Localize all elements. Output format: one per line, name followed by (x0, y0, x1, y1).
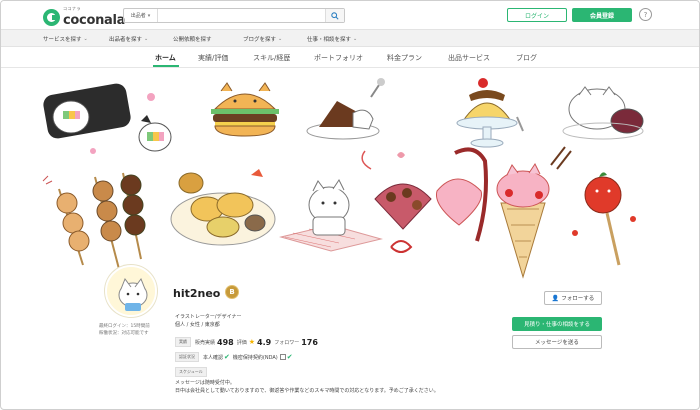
search-icon (331, 11, 339, 20)
avatar[interactable] (105, 265, 157, 317)
search-bar: 出品者 ▾ (123, 8, 345, 23)
schedule-text: メッセージは随時受付中。 日中は会社員として動いておりますので、御返答や作業など… (175, 379, 439, 395)
search-button[interactable] (325, 9, 344, 22)
check-icon: ✔ (224, 353, 230, 361)
nav-label: サービスを探す (43, 36, 82, 43)
burger-illustration (211, 82, 279, 137)
star-icon: ★ (248, 338, 256, 346)
tempura-illustration (170, 169, 276, 246)
schedule-line-1: メッセージは随時受付中。 (175, 380, 235, 386)
nav-find-services[interactable]: サービスを探す ⌄ (43, 30, 88, 47)
availability-text: 稼働状況：対応可能です (99, 331, 149, 336)
search-category-label: 出品者 (130, 13, 146, 19)
avatar-cat-icon (107, 267, 155, 315)
message-button[interactable]: メッセージを送る (512, 335, 602, 349)
cat-drink-illustration (279, 179, 383, 252)
nda-label: 機密保持契約(NDA) (232, 354, 278, 361)
followers-label: フォロワー (274, 339, 300, 346)
logo-mark-icon (43, 8, 60, 26)
sales-label: 販売実績 (195, 339, 216, 346)
chevron-down-icon: ⌄ (353, 35, 358, 42)
username: hit2neo (173, 287, 221, 300)
profile-role: イラストレーター/デザイナー 個人 / 女性 / 東京都 (175, 313, 242, 329)
schedule-line-2: 日中は会社員として動いておりますので、御返答や作業などのスキマ時間での対応となり… (175, 388, 439, 394)
cover-illustration (42, 78, 644, 279)
nav-find-sellers[interactable]: 出品者を探す ⌄ (109, 30, 148, 47)
verify-tag: 認証状況 (175, 352, 199, 362)
search-category-select[interactable]: 出品者 ▾ (124, 9, 158, 22)
login-button[interactable]: ログイン (507, 8, 567, 22)
category-nav: サービスを探す ⌄ 出品者を探す ⌄ 公開依頼を探す ブログを探す ⌄ 仕事・相談を探… (1, 29, 699, 47)
tab-skills[interactable]: スキル/経歴 (253, 53, 290, 63)
nav-find-blogs[interactable]: ブログを探す ⌄ (243, 30, 282, 47)
chocolate-box-illustration (361, 147, 488, 253)
follow-user-icon: 👤 (551, 294, 560, 302)
active-tab-indicator (153, 65, 179, 67)
chocolate-cake-illustration (306, 78, 385, 140)
chevron-down-icon: ⌄ (83, 35, 88, 42)
logo-small-text: ココナラ (63, 6, 81, 11)
tab-portfolio[interactable]: ポートフォリオ (314, 53, 363, 63)
last-login-text: 最終ログイン：15時間前 (99, 324, 150, 329)
nav-find-jobs[interactable]: 仕事・相談を探す ⌄ (307, 30, 357, 47)
coconala-logo[interactable]: ココナラ coconala (43, 7, 125, 27)
page-frame: ココナラ coconala 出品者 ▾ ログイン 会員登録 ? サービスを探す ⌄ (0, 0, 700, 410)
tab-blog[interactable]: ブログ (516, 53, 537, 63)
sushi-roll-illustration (43, 83, 172, 154)
role-details: 個人 / 女性 / 東京都 (175, 322, 220, 328)
follow-label: フォローする (561, 296, 595, 302)
nav-label: ブログを探す (243, 36, 277, 43)
tab-pricing[interactable]: 料金プラン (387, 53, 422, 63)
rating-value: 4.9 (257, 337, 272, 347)
crepe-illustration (496, 146, 572, 279)
stats-tag: 実績 (175, 337, 191, 347)
logo-text: coconala (63, 13, 126, 28)
chevron-down-icon: ⌄ (144, 35, 149, 42)
chevron-down-icon: ⌄ (278, 35, 283, 42)
rank-badge-icon: B (225, 285, 239, 299)
consult-button[interactable]: 見積り・仕事の相談をする (512, 317, 602, 331)
profile-tabs: ホーム 実績/評価 スキル/経歴 ポートフォリオ 料金プラン 出品サービス ブロ… (1, 48, 699, 68)
tab-results[interactable]: 実績/評価 (198, 53, 228, 63)
candy-apple-illustration (572, 172, 636, 266)
register-button[interactable]: 会員登録 (572, 8, 632, 22)
nav-label: 仕事・相談を探す (307, 36, 352, 43)
document-icon (279, 354, 286, 360)
profile-cover-image (23, 69, 679, 281)
help-icon[interactable]: ? (639, 8, 652, 21)
tab-services[interactable]: 出品サービス (448, 53, 490, 63)
tab-home[interactable]: ホーム (155, 53, 176, 63)
search-input[interactable] (158, 9, 325, 22)
follow-button[interactable]: 👤 フォローする (544, 291, 602, 305)
identity-label: 本人確認 (203, 354, 224, 361)
top-header: ココナラ coconala 出品者 ▾ ログイン 会員登録 ? (1, 1, 699, 29)
stats-row: 実績 販売実績 498 評価 ★ 4.9 フォロワー 176 (175, 337, 321, 347)
chevron-down-icon: ▾ (147, 12, 151, 19)
check-icon: ✔ (286, 353, 293, 361)
nav-label: 公開依頼を探す (173, 36, 212, 43)
followers-value: 176 (301, 337, 318, 347)
pudding-illustration (456, 78, 524, 148)
dango-skewer-illustration (42, 172, 146, 270)
role-title: イラストレーター/デザイナー (175, 314, 242, 320)
login-status: 最終ログイン：15時間前 稼働状況：対応可能です (99, 323, 150, 337)
sales-value: 498 (217, 337, 234, 347)
schedule-tag: スケジュール (175, 367, 207, 377)
verification-row: 認証状況 本人確認 ✔ 機密保持契約(NDA) ✔ (175, 352, 296, 362)
rating-label: 評価 (236, 339, 247, 346)
nav-find-requests[interactable]: 公開依頼を探す (173, 30, 212, 47)
daifuku-illustration (562, 86, 644, 140)
nav-label: 出品者を探す (109, 36, 143, 43)
